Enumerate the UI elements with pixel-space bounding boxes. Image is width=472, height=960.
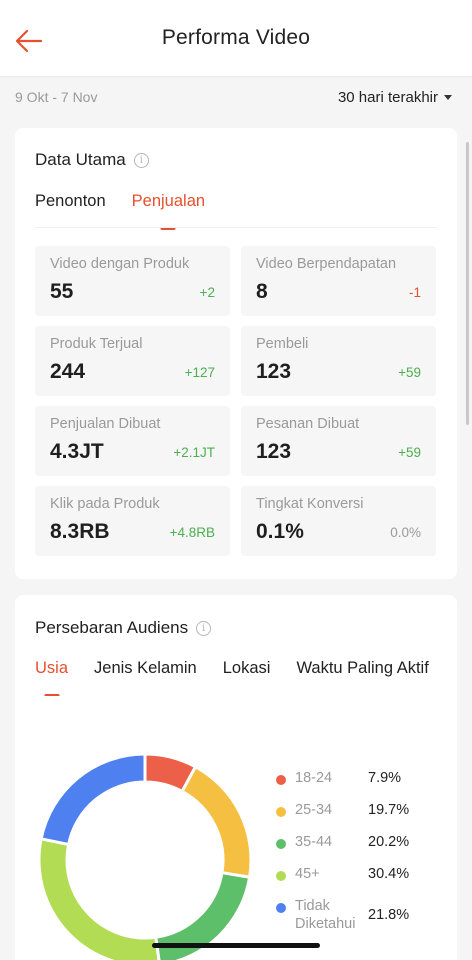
scrollbar[interactable]: [466, 142, 469, 425]
metric-value: 244: [50, 360, 86, 383]
metric-card[interactable]: Penjualan Dibuat 4.3JT +2.1JT: [35, 406, 230, 476]
legend-item: 18-24 7.9%: [276, 769, 446, 801]
metric-label: Tingkat Konversi: [256, 496, 364, 512]
tab-penjualan[interactable]: Penjualan: [132, 192, 205, 229]
metric-value: 123: [256, 440, 292, 463]
legend-value: 19.7%: [368, 802, 410, 818]
tab-penonton[interactable]: Penonton: [35, 192, 106, 229]
metric-card[interactable]: Produk Terjual 244 +127: [35, 326, 230, 396]
metric-change: +2: [199, 285, 215, 300]
metric-card[interactable]: Klik pada Produk 8.3RB +4.8RB: [35, 486, 230, 556]
legend-item: 25-34 19.7%: [276, 801, 446, 833]
home-indicator[interactable]: [152, 943, 320, 948]
legend-label: Tidak Diketahui: [295, 898, 356, 932]
metrics-grid: Video dengan Produk 55 +2 Video Berpenda…: [35, 246, 436, 556]
metric-label: Video dengan Produk: [50, 256, 190, 272]
tab-lokasi[interactable]: Lokasi: [223, 659, 271, 696]
metric-label: Pembeli: [256, 336, 309, 352]
metric-change: +59: [398, 365, 421, 380]
audience-title: Persebaran Audiens i: [35, 618, 212, 638]
page-title: Performa Video: [161, 26, 311, 49]
metric-change: -1: [408, 285, 421, 300]
legend-label: 18-24: [295, 770, 333, 786]
main-data-card: Data Utama i Penonton Penjualan Video de…: [15, 128, 457, 579]
legend-value: 7.9%: [368, 770, 402, 786]
legend-label: 35-44: [295, 834, 333, 850]
metric-change: +59: [398, 445, 421, 460]
metric-card[interactable]: Video Berpendapatan 8 -1: [241, 246, 436, 316]
legend-value: 20.2%: [368, 834, 410, 850]
legend-dot: [276, 775, 286, 785]
metric-change: +2.1JT: [173, 445, 215, 460]
age-legend: 18-24 7.9% 25-34 19.7% 35-44 20.2% 45+ 30.4% Tid…: [276, 769, 446, 932]
legend-label: 45+: [295, 866, 320, 882]
metric-label: Pesanan Dibuat: [256, 416, 360, 432]
audience-tabs: Usia Jenis Kelamin Lokasi Waktu Paling A…: [35, 659, 457, 696]
legend-item: 35-44 20.2%: [276, 833, 446, 865]
legend-value: 21.8%: [368, 907, 410, 923]
audience-card: Persebaran Audiens i Usia Jenis Kelamin …: [15, 595, 457, 960]
metric-value: 0.1%: [256, 520, 304, 543]
tab-usia[interactable]: Usia: [35, 659, 68, 696]
donut-slice-25-34[interactable]: [180, 764, 253, 879]
period-label: 30 hari terakhir: [337, 88, 438, 106]
metric-value: 8.3RB: [50, 520, 110, 543]
top-bar: Performa Video: [0, 0, 472, 76]
metric-change: +127: [184, 365, 215, 380]
tab-jenis-kelamin[interactable]: Jenis Kelamin: [94, 659, 197, 696]
info-icon[interactable]: i: [196, 620, 212, 636]
metric-value: 8: [256, 280, 268, 303]
donut-slice-45-[interactable]: [37, 837, 161, 960]
legend-dot: [276, 807, 286, 817]
main-data-title: Data Utama i: [35, 150, 149, 170]
metric-label: Penjualan Dibuat: [50, 416, 161, 432]
legend-item: Tidak Diketahui 21.8%: [276, 897, 446, 932]
date-range: 9 Okt - 7 Nov: [15, 89, 98, 105]
metric-value: 123: [256, 360, 292, 383]
legend-label: 25-34: [295, 802, 333, 818]
metric-card[interactable]: Pembeli 123 +59: [241, 326, 436, 396]
legend-item: 45+ 30.4%: [276, 865, 446, 897]
period-dropdown[interactable]: 30 hari terakhir: [338, 89, 452, 106]
legend-dot: [276, 839, 286, 849]
main-data-title-text: Data Utama: [35, 150, 126, 169]
metric-value: 4.3JT: [50, 440, 104, 463]
arrow-left-icon[interactable]: [14, 26, 44, 56]
metric-label: Produk Terjual: [50, 336, 143, 352]
metric-card[interactable]: Tingkat Konversi 0.1% 0.0%: [241, 486, 436, 556]
caret-down-icon: [444, 94, 452, 100]
date-filter-row: 9 Okt - 7 Nov 30 hari terakhir: [0, 80, 472, 114]
audience-title-text: Persebaran Audiens: [35, 618, 189, 637]
tab-waktu-paling-aktif[interactable]: Waktu Paling Aktif: [296, 659, 428, 696]
metric-card[interactable]: Pesanan Dibuat 123 +59: [241, 406, 436, 476]
age-donut-chart: [37, 752, 253, 960]
app-screen: Performa Video 9 Okt - 7 Nov 30 hari ter…: [0, 0, 472, 960]
donut-slice-tidak-diketahui[interactable]: [39, 752, 147, 847]
info-icon[interactable]: i: [133, 152, 149, 168]
main-data-tabs: Penonton Penjualan: [35, 192, 205, 229]
metric-label: Video Berpendapatan: [256, 256, 397, 272]
metric-label: Klik pada Produk: [50, 496, 160, 512]
legend-dot: [276, 871, 286, 881]
metric-value: 55: [50, 280, 74, 303]
metric-change: +4.8RB: [169, 525, 215, 540]
legend-value: 30.4%: [368, 866, 410, 882]
tab-divider: [35, 227, 437, 228]
metric-change: 0.0%: [390, 525, 421, 540]
legend-dot: [276, 903, 286, 913]
metric-card[interactable]: Video dengan Produk 55 +2: [35, 246, 230, 316]
